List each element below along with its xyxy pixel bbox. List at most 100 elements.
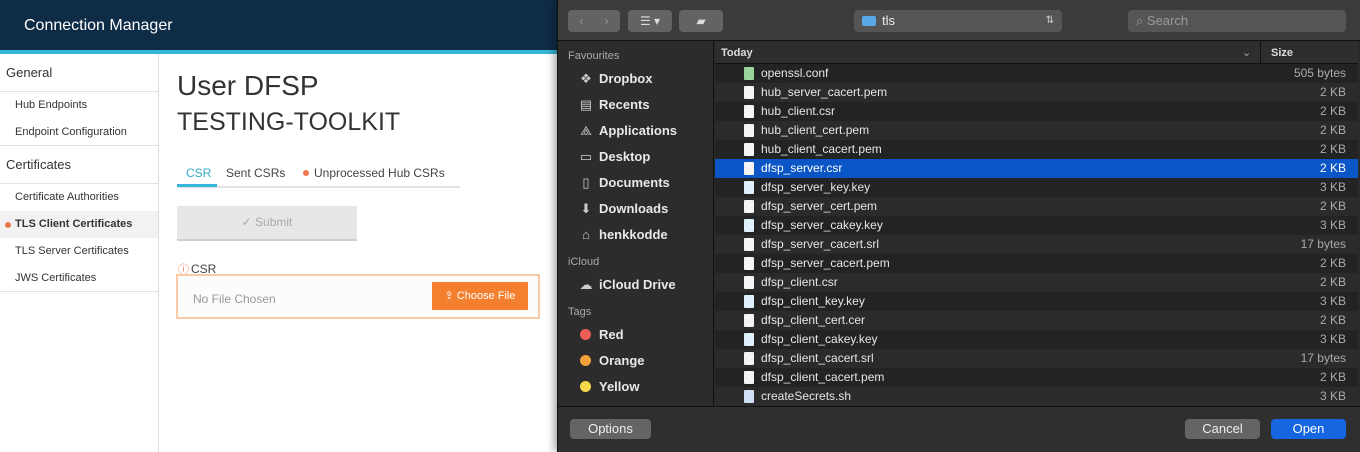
home-icon: ⌂: [582, 227, 590, 242]
file-icon: [744, 257, 754, 270]
cloud-icon: ☁: [579, 277, 593, 292]
sidebar-item-dropbox[interactable]: ❖ Dropbox: [558, 66, 713, 92]
chevron-updown-icon: ⇅: [1045, 15, 1054, 26]
column-header-size[interactable]: Size: [1260, 42, 1293, 64]
open-button[interactable]: Open: [1271, 419, 1346, 439]
nav-item-label: JWS Certificates: [15, 272, 97, 284]
file-icon: [744, 181, 754, 194]
file-row[interactable]: openssl.conf 505 bytes: [715, 64, 1358, 83]
file-row[interactable]: dfsp_server_key.key 3 KB: [715, 178, 1358, 197]
column-header-name[interactable]: Today: [721, 47, 753, 59]
file-size: 2 KB: [1319, 123, 1346, 137]
tab-unprocessed-hub-csrs[interactable]: Unprocessed Hub CSRs: [303, 166, 445, 180]
active-dot-icon: [5, 222, 11, 228]
sidebar-item-label: Dropbox: [599, 71, 653, 86]
file-size: 2 KB: [1319, 256, 1346, 270]
nav-item-tls-server-certificates[interactable]: TLS Server Certificates: [0, 238, 158, 265]
nav-item-tls-client-certificates[interactable]: TLS Client Certificates: [0, 211, 158, 238]
forward-icon[interactable]: ›: [594, 10, 619, 32]
page-subtitle: TESTING-TOOLKIT: [177, 108, 401, 136]
sidebar-item-desktop[interactable]: ▭ Desktop: [558, 144, 713, 170]
file-row[interactable]: dfsp_server_cacert.srl 17 bytes: [715, 235, 1358, 254]
cancel-button[interactable]: Cancel: [1185, 419, 1260, 439]
tag-dot-icon: [580, 329, 591, 340]
sidebar-item-applications[interactable]: ⟁ Applications: [558, 118, 713, 144]
list-view-icon: ☰ ▾: [639, 14, 661, 28]
file-name: dfsp_client_cert.cer: [761, 313, 866, 327]
file-name: dfsp_server.csr: [761, 161, 843, 175]
file-row[interactable]: dfsp_server_cert.pem 2 KB: [715, 197, 1358, 216]
location-dropdown[interactable]: tls ⇅: [854, 10, 1062, 32]
sidebar-tag-orange[interactable]: Orange: [558, 348, 713, 374]
nav-section-general[interactable]: General: [0, 54, 158, 92]
file-name: dfsp_client_cacert.pem: [761, 370, 885, 384]
dialog-sidebar: Favourites ❖ Dropbox ▤ Recents ⟁ Applicatio…: [558, 42, 714, 406]
choose-file-button[interactable]: ⇪ Choose File: [432, 282, 528, 310]
file-size: 3 KB: [1319, 218, 1346, 232]
sidebar-item-home[interactable]: ⌂ henkkodde: [558, 222, 713, 248]
file-size: 2 KB: [1319, 104, 1346, 118]
file-size: 2 KB: [1319, 142, 1346, 156]
nav-item-jws-certificates[interactable]: JWS Certificates: [0, 265, 158, 292]
tag-label: Orange: [599, 353, 645, 368]
sidebar-item-recents[interactable]: ▤ Recents: [558, 92, 713, 118]
nav-item-label: Endpoint Configuration: [15, 126, 127, 138]
sidebar-item-downloads[interactable]: ⬇ Downloads: [558, 196, 713, 222]
file-size: 17 bytes: [1300, 237, 1346, 251]
sidebar-item-documents[interactable]: ▯ Documents: [558, 170, 713, 196]
file-size: 3 KB: [1319, 180, 1346, 194]
tab-csr[interactable]: CSR: [186, 166, 211, 180]
search-input[interactable]: ⌕ Search: [1128, 10, 1346, 32]
file-name: openssl.conf: [761, 66, 829, 80]
file-icon: [744, 67, 754, 80]
file-row[interactable]: dfsp_client_cakey.key 3 KB: [715, 330, 1358, 349]
sidebar-item-label: henkkodde: [599, 227, 668, 242]
file-row[interactable]: hub_server_cacert.pem 2 KB: [715, 83, 1358, 102]
file-row[interactable]: createSecrets.sh 3 KB: [715, 387, 1358, 406]
back-icon[interactable]: ‹: [569, 10, 594, 32]
csr-file-input[interactable]: No File Chosen ⇪ Choose File: [176, 274, 540, 319]
sidebar-tag-yellow[interactable]: Yellow: [558, 374, 713, 400]
file-row[interactable]: dfsp_client_cert.cer 2 KB: [715, 311, 1358, 330]
nav-item-certificate-authorities[interactable]: Certificate Authorities: [0, 184, 158, 211]
file-name: dfsp_server_cacert.pem: [761, 256, 890, 270]
file-icon: [744, 219, 754, 232]
file-row[interactable]: dfsp_client.csr 2 KB: [715, 273, 1358, 292]
file-row[interactable]: dfsp_server_cakey.key 3 KB: [715, 216, 1358, 235]
file-icon: [744, 295, 754, 308]
nav-section-certificates[interactable]: Certificates: [0, 146, 158, 184]
file-name: dfsp_server_cert.pem: [761, 199, 878, 213]
page-title: User DFSP: [177, 70, 319, 101]
new-folder-button[interactable]: ▰: [679, 10, 723, 32]
file-size: 3 KB: [1319, 294, 1346, 308]
file-row[interactable]: dfsp_server.csr 2 KB: [715, 159, 1358, 178]
file-row[interactable]: hub_client.csr 2 KB: [715, 102, 1358, 121]
nav-item-hub-endpoints[interactable]: Hub Endpoints: [0, 92, 158, 119]
file-row[interactable]: dfsp_server_cacert.pem 2 KB: [715, 254, 1358, 273]
file-name: dfsp_server_cakey.key: [761, 218, 883, 232]
file-icon: [744, 371, 754, 384]
documents-icon: ▯: [582, 175, 590, 190]
submit-label: Submit: [255, 215, 293, 229]
file-icon: [744, 143, 754, 156]
file-row[interactable]: dfsp_client_key.key 3 KB: [715, 292, 1358, 311]
file-row[interactable]: dfsp_client_cacert.pem 2 KB: [715, 368, 1358, 387]
file-row[interactable]: hub_client_cert.pem 2 KB: [715, 121, 1358, 140]
options-button[interactable]: Options: [570, 419, 651, 439]
file-size: 2 KB: [1319, 199, 1346, 213]
dropbox-icon: ❖: [580, 71, 592, 86]
chevron-down-icon: ⌄: [1242, 47, 1252, 59]
tab-sent-csrs[interactable]: Sent CSRs: [226, 166, 285, 180]
file-icon: [744, 86, 754, 99]
file-row[interactable]: hub_client_cacert.pem 2 KB: [715, 140, 1358, 159]
view-options-button[interactable]: ☰ ▾: [628, 10, 672, 32]
file-row[interactable]: dfsp_client_cacert.srl 17 bytes: [715, 349, 1358, 368]
sidebar-tag-red[interactable]: Red: [558, 322, 713, 348]
submit-button[interactable]: ✓ Submit: [177, 206, 357, 241]
sidebar-heading-favourites: Favourites: [568, 50, 620, 62]
file-size: 3 KB: [1319, 332, 1346, 346]
nav-item-endpoint-configuration[interactable]: Endpoint Configuration: [0, 119, 158, 146]
file-open-dialog: ‹ › ☰ ▾ ▰ tls ⇅ ⌕ Search Favourites ❖ Drop…: [557, 0, 1360, 452]
file-placeholder: No File Chosen: [193, 292, 276, 306]
sidebar-item-icloud-drive[interactable]: ☁ iCloud Drive: [558, 272, 713, 298]
